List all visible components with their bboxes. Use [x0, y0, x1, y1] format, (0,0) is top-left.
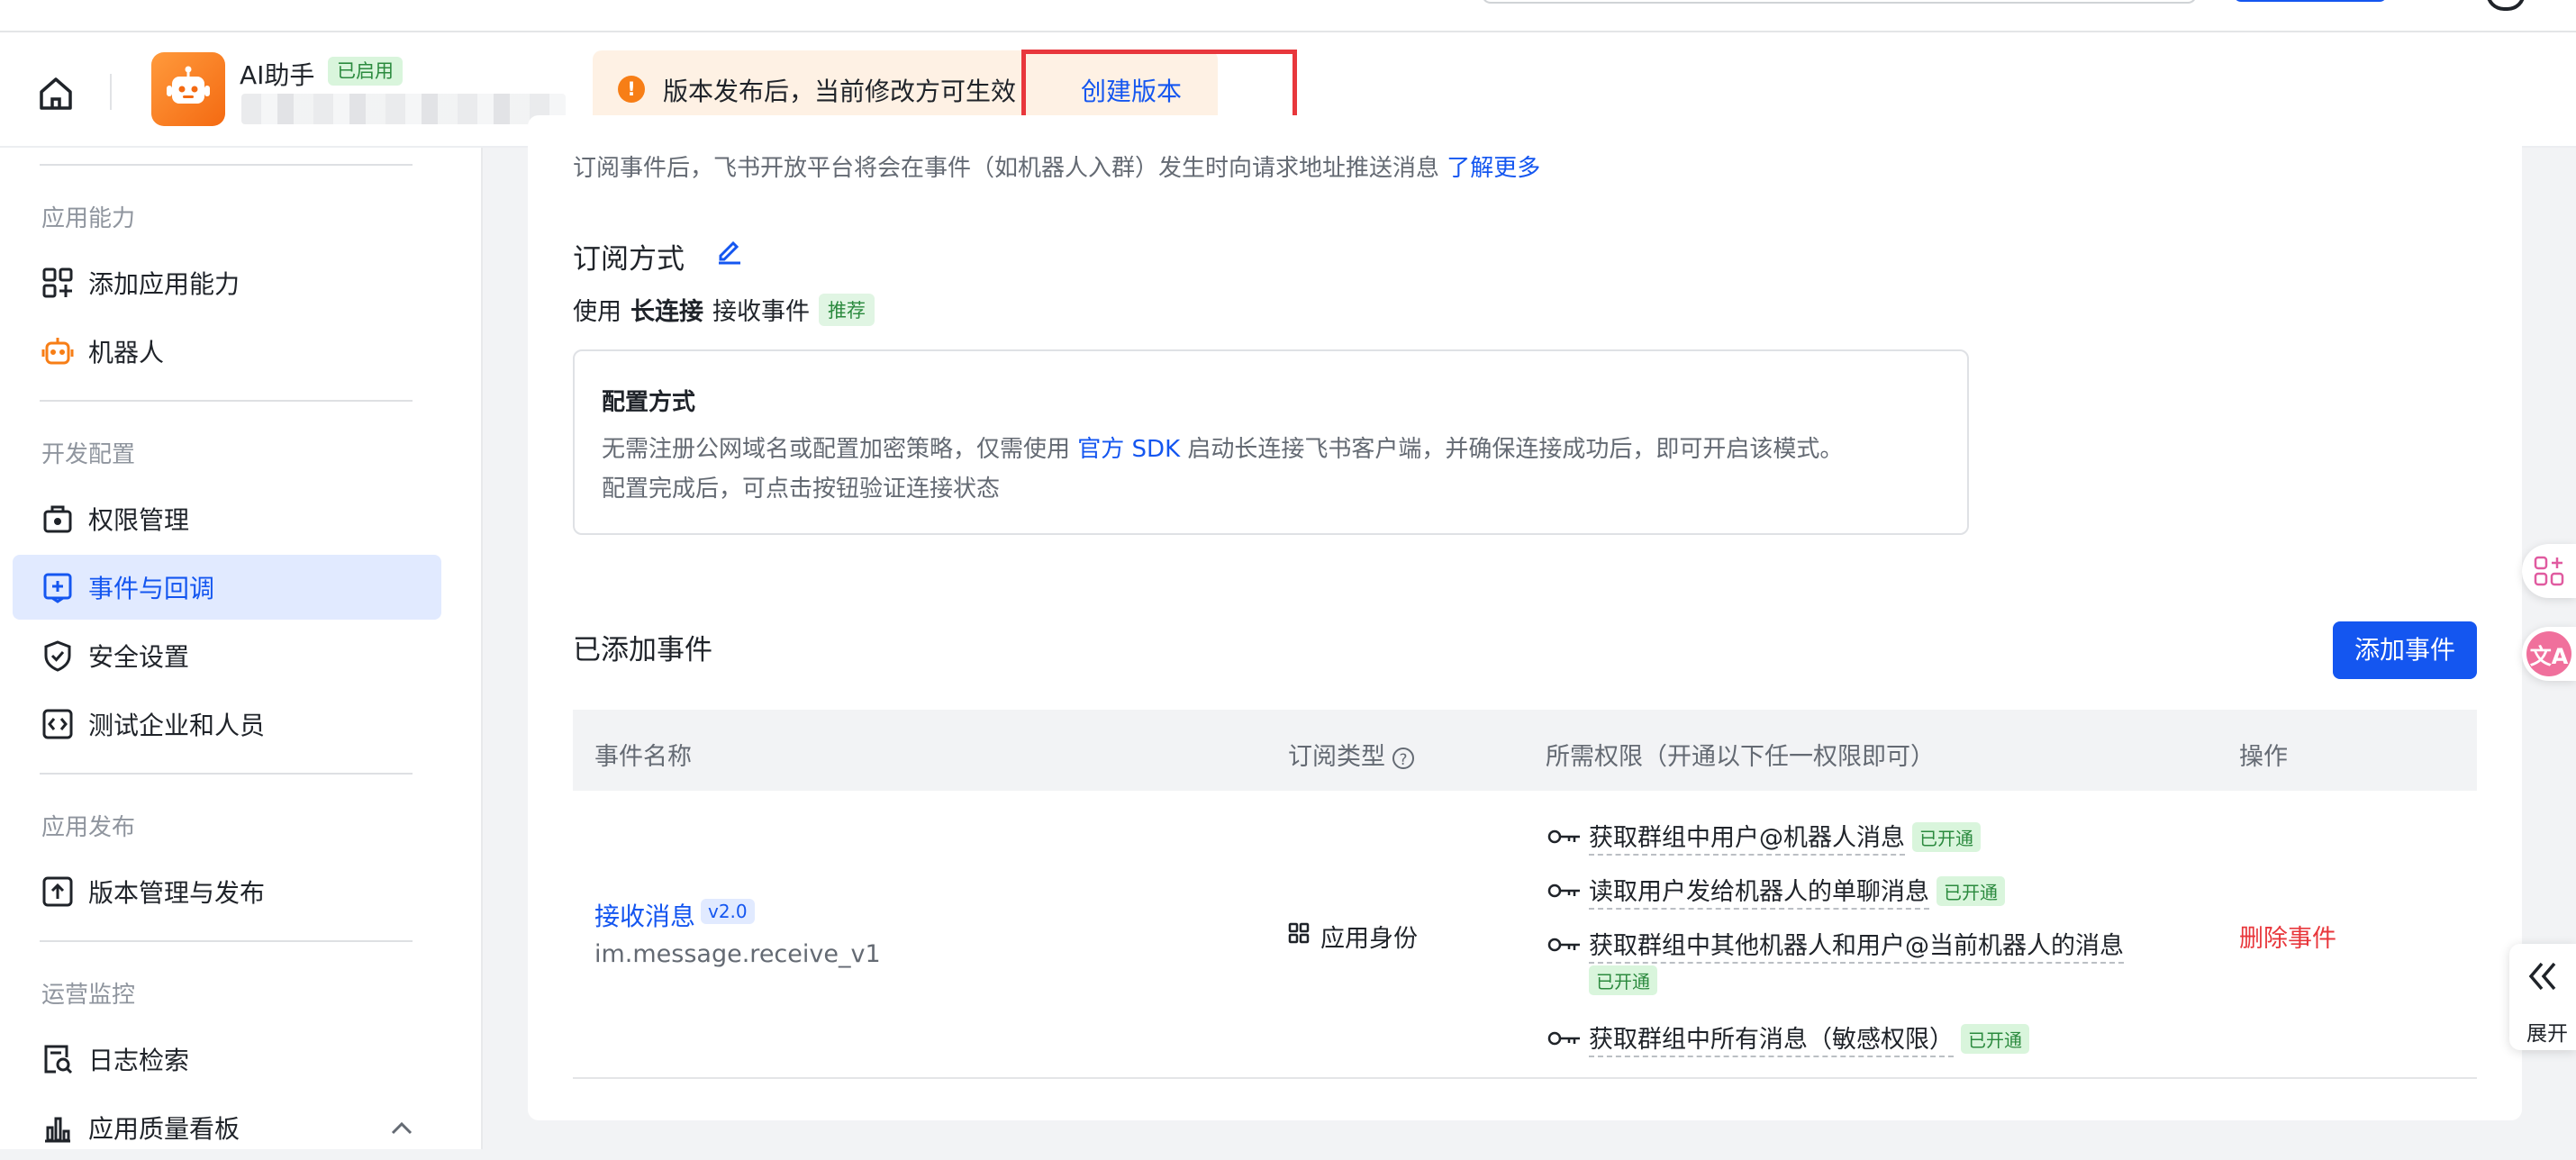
sidebar-item-test-users[interactable]: 测试企业和人员 — [13, 692, 441, 757]
subscription-method-line: 使用 长连接 接收事件 推荐 — [573, 292, 875, 327]
sidebar-divider — [40, 400, 413, 402]
help-icon[interactable]: ? — [1392, 747, 1414, 769]
sidebar-divider — [40, 773, 413, 775]
table-row-divider — [573, 1077, 2477, 1079]
permission-status-tag: 已开通 — [1961, 1023, 2029, 1054]
log-search-icon — [40, 1041, 76, 1077]
translate-float[interactable]: 文A — [2522, 627, 2576, 681]
config-line-2: 配置完成后，可点击按钮验证连接状态 — [602, 476, 1001, 503]
table-header — [573, 710, 2477, 791]
event-description: 订阅事件后，飞书开放平台将会在事件（如机器人入群）发生时向请求地址推送消息 了解… — [573, 155, 1541, 182]
sidebar-item-security[interactable]: 安全设置 — [13, 623, 441, 688]
sidebar-item-add-capability[interactable]: 添加应用能力 — [13, 250, 441, 315]
expand-label: 展开 — [2526, 1022, 2568, 1046]
app-identity-icon — [1288, 922, 1310, 944]
event-id: im.message.receive_v1 — [594, 940, 881, 968]
app-robot-icon — [151, 52, 225, 126]
col-event-name: 事件名称 — [594, 743, 692, 771]
chevron-up-icon[interactable] — [385, 1117, 418, 1138]
config-title: 配置方式 — [602, 389, 696, 416]
translate-icon: 文A — [2526, 631, 2571, 676]
code-icon — [40, 706, 76, 742]
event-callback-icon — [40, 569, 76, 605]
sidebar-item-label: 机器人 — [88, 338, 165, 367]
permission-icon — [40, 501, 76, 537]
sidebar-item-version[interactable]: 版本管理与发布 — [13, 859, 441, 924]
sidebar-item-label: 应用质量看板 — [88, 1114, 240, 1144]
permission-item: 获取群组中用户@机器人消息 已开通 — [1547, 818, 1981, 856]
sidebar-item-label: 安全设置 — [88, 642, 190, 672]
key-icon — [1547, 884, 1580, 898]
shield-icon — [40, 638, 76, 674]
added-events-title: 已添加事件 — [573, 634, 712, 666]
sidebar-item-label: 添加应用能力 — [88, 269, 240, 299]
col-action: 操作 — [2239, 743, 2288, 771]
app-name: AI助手 — [240, 60, 315, 90]
robot-icon — [40, 333, 76, 369]
top-strip — [0, 0, 2576, 32]
permission-item: 读取用户发给机器人的单聊消息 已开通 — [1547, 872, 2005, 910]
col-sub-type: 订阅类型? — [1288, 737, 1414, 772]
recommend-tag: 推荐 — [819, 293, 875, 326]
key-icon — [1547, 938, 1580, 952]
top-action-button[interactable] — [2234, 0, 2387, 2]
add-event-button[interactable]: 添加事件 — [2333, 621, 2477, 679]
app-grid-float[interactable] — [2522, 544, 2576, 598]
add-capability-icon — [40, 265, 76, 301]
sidebar-item-log-search[interactable]: 日志检索 — [13, 1027, 441, 1092]
sidebar-section-publish: 应用发布 — [41, 814, 136, 841]
sidebar-item-robot[interactable]: 机器人 — [13, 319, 441, 384]
permission-status-tag: 已开通 — [1937, 875, 2005, 906]
subscription-type: 应用身份 — [1320, 925, 1418, 953]
delete-event-link[interactable]: 删除事件 — [2239, 919, 2336, 954]
config-line-1: 无需注册公网域名或配置加密策略，仅需使用 官方 SDK 启动长连接飞书客户端，并… — [602, 436, 1844, 463]
subscription-method-title: 订阅方式 — [573, 243, 685, 276]
sidebar-item-permission[interactable]: 权限管理 — [13, 486, 441, 551]
sidebar-item-label: 事件与回调 — [88, 574, 215, 603]
key-icon — [1547, 1031, 1580, 1046]
sidebar-section-capability: 应用能力 — [41, 205, 136, 232]
sidebar-section-dev: 开发配置 — [41, 441, 136, 468]
app-status-badge: 已启用 — [328, 57, 403, 86]
permission-status-tag: 已开通 — [1912, 821, 1981, 852]
sidebar-item-label: 测试企业和人员 — [88, 711, 266, 740]
key-icon — [1547, 829, 1580, 844]
home-icon[interactable] — [32, 70, 79, 117]
event-name-link[interactable]: 接收消息 — [594, 897, 695, 933]
long-connection-label: 长连接 — [630, 298, 703, 326]
header-divider — [110, 74, 112, 110]
warning-icon: ! — [618, 76, 645, 103]
sidebar-divider — [40, 164, 413, 166]
official-sdk-link[interactable]: 官方 SDK — [1077, 436, 1180, 463]
double-chevron-left-icon — [2524, 958, 2560, 994]
blurred-app-id — [241, 94, 566, 124]
notice-text: 版本发布后，当前修改方可生效 — [663, 77, 1017, 106]
bar-chart-icon — [40, 1110, 76, 1146]
permission-status-tag: 已开通 — [1589, 965, 1657, 995]
sidebar-section-monitor: 运营监控 — [41, 982, 136, 1009]
sidebar-divider — [40, 940, 413, 942]
upload-icon — [40, 874, 76, 910]
sidebar-item-label: 日志检索 — [88, 1046, 190, 1075]
learn-more-link[interactable]: 了解更多 — [1447, 155, 1540, 182]
edit-icon[interactable] — [715, 236, 744, 265]
top-search-input[interactable] — [1482, 0, 2197, 4]
col-permissions: 所需权限（开通以下任一权限即可） — [1546, 743, 1935, 771]
app-grid-icon — [2534, 556, 2564, 586]
sidebar-item-quality-board[interactable]: 应用质量看板 — [13, 1095, 441, 1160]
permission-item: 获取群组中其他机器人和用户@当前机器人的消息 — [1547, 926, 2124, 964]
sidebar-item-event-callback[interactable]: 事件与回调 — [13, 555, 441, 620]
sidebar-item-label: 权限管理 — [88, 505, 190, 535]
permission-item: 获取群组中所有消息（敏感权限） 已开通 — [1547, 1020, 2029, 1057]
sidebar-item-label: 版本管理与发布 — [88, 878, 266, 908]
main-card — [528, 115, 2522, 1120]
version-badge: v2.0 — [701, 899, 755, 924]
